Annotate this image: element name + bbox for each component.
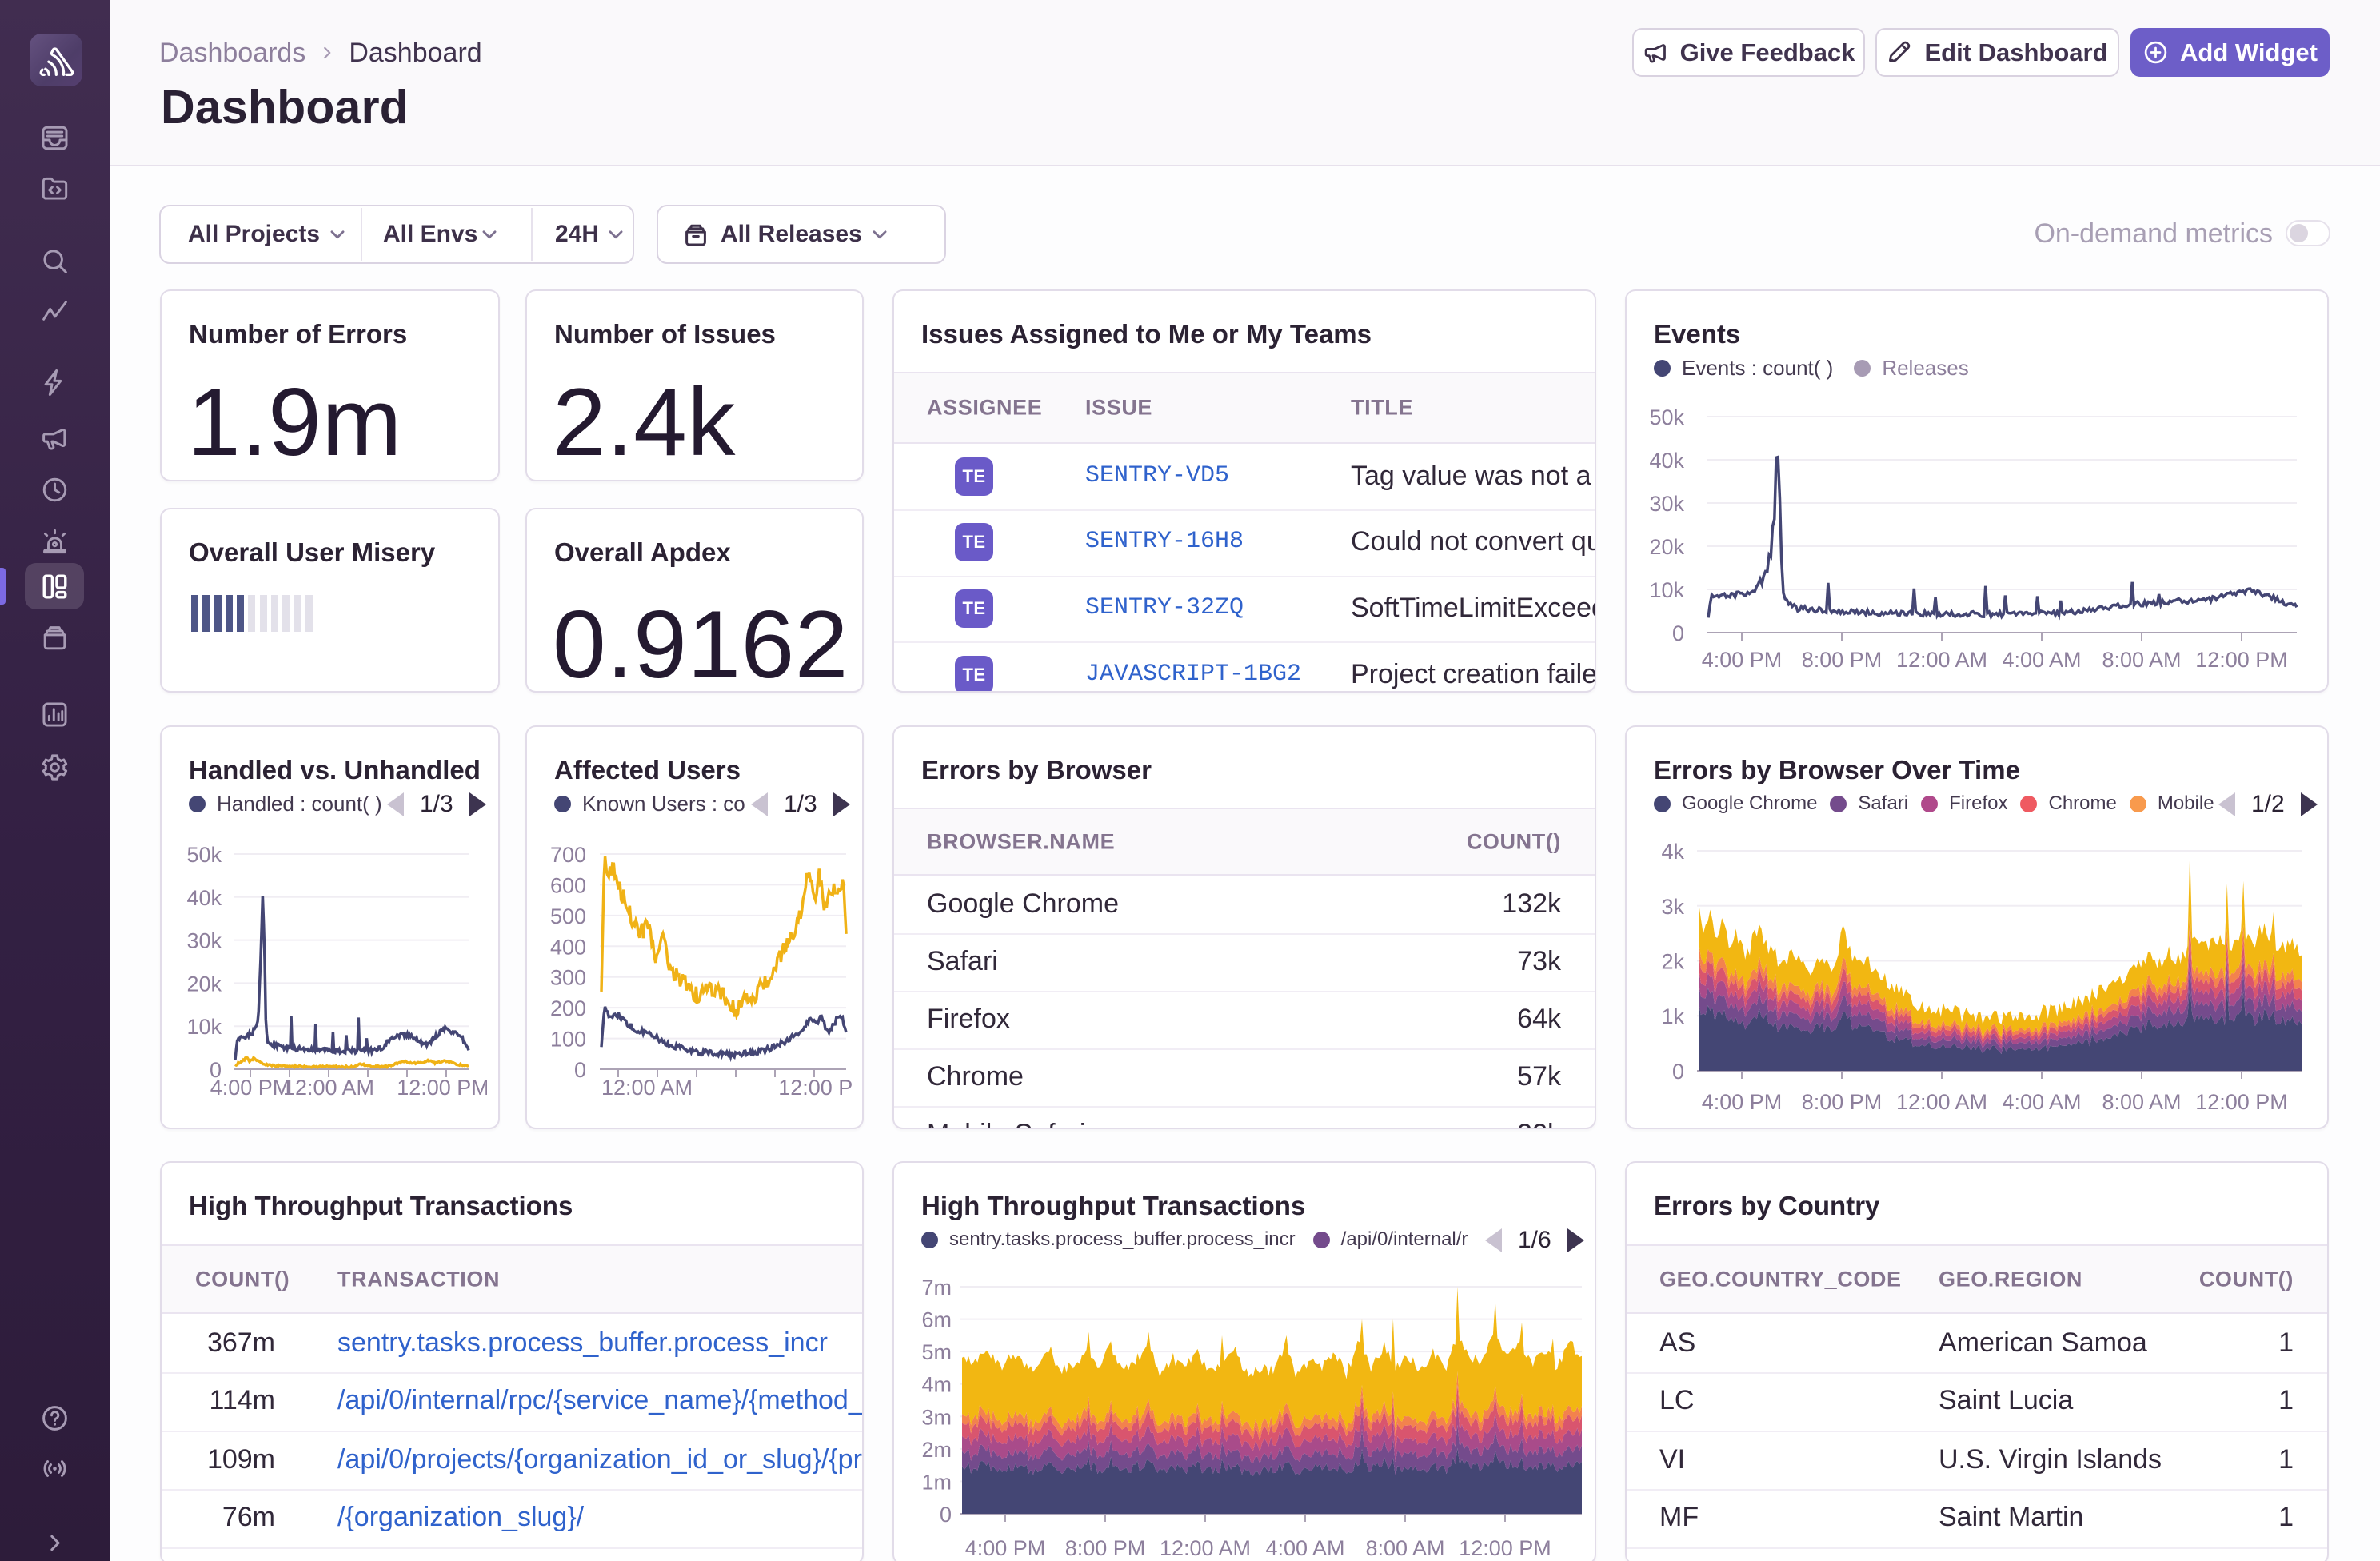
svg-text:4:00 PM: 4:00 PM <box>1702 648 1783 672</box>
svg-text:20k: 20k <box>186 972 222 996</box>
svg-text:1m: 1m <box>921 1470 952 1494</box>
svg-text:300: 300 <box>550 966 586 990</box>
svg-text:7m: 7m <box>921 1276 952 1300</box>
svg-text:5m: 5m <box>921 1340 952 1364</box>
svg-text:200: 200 <box>550 996 586 1020</box>
svg-text:600: 600 <box>550 873 586 897</box>
svg-text:50k: 50k <box>186 843 222 867</box>
svg-text:3m: 3m <box>921 1405 952 1429</box>
svg-text:12:00 PM: 12:00 PM <box>1459 1536 1551 1560</box>
svg-text:12:00 PM: 12:00 PM <box>778 1076 864 1100</box>
svg-text:0: 0 <box>574 1058 586 1082</box>
svg-text:4m: 4m <box>921 1373 952 1397</box>
svg-text:8:00 AM: 8:00 AM <box>1365 1536 1444 1560</box>
svg-text:12:00 PM: 12:00 PM <box>2195 1090 2288 1114</box>
svg-text:100: 100 <box>550 1028 586 1052</box>
svg-text:12:00 AM: 12:00 AM <box>283 1076 374 1100</box>
svg-text:8:00 AM: 8:00 AM <box>2102 648 2181 672</box>
svg-text:0: 0 <box>940 1503 952 1527</box>
svg-text:0: 0 <box>1672 621 1684 645</box>
svg-text:4:00 PM: 4:00 PM <box>210 1076 291 1100</box>
svg-text:8:00 PM: 8:00 PM <box>1065 1536 1146 1560</box>
svg-text:400: 400 <box>550 935 586 959</box>
svg-text:2m: 2m <box>921 1438 952 1462</box>
svg-text:12:00 AM: 12:00 AM <box>1160 1536 1251 1560</box>
svg-text:12:00 PM: 12:00 PM <box>2195 648 2288 672</box>
svg-text:30k: 30k <box>186 929 222 953</box>
svg-text:6m: 6m <box>921 1308 952 1332</box>
svg-text:20k: 20k <box>1649 535 1684 559</box>
svg-text:12:00 AM: 12:00 AM <box>1896 1090 1987 1114</box>
svg-text:10k: 10k <box>186 1015 222 1039</box>
svg-text:4:00 AM: 4:00 AM <box>1265 1536 1344 1560</box>
svg-text:700: 700 <box>550 843 586 867</box>
svg-text:4:00 PM: 4:00 PM <box>965 1536 1046 1560</box>
svg-text:12:00 AM: 12:00 AM <box>601 1076 693 1100</box>
svg-text:4:00 PM: 4:00 PM <box>1702 1090 1783 1114</box>
svg-text:10k: 10k <box>1649 578 1684 602</box>
svg-text:4:00 AM: 4:00 AM <box>2002 1090 2081 1114</box>
svg-text:3k: 3k <box>1661 895 1684 919</box>
svg-text:30k: 30k <box>1649 492 1684 516</box>
svg-text:8:00 PM: 8:00 PM <box>1802 1090 1883 1114</box>
svg-text:4:00 AM: 4:00 AM <box>2002 648 2081 672</box>
svg-text:0: 0 <box>1672 1060 1684 1084</box>
svg-text:50k: 50k <box>1649 405 1684 429</box>
svg-text:4k: 4k <box>1661 840 1684 864</box>
svg-text:2k: 2k <box>1661 950 1684 974</box>
svg-text:8:00 PM: 8:00 PM <box>1802 648 1883 672</box>
svg-text:1k: 1k <box>1661 1004 1684 1028</box>
svg-text:8:00 AM: 8:00 AM <box>2102 1090 2181 1114</box>
svg-text:500: 500 <box>550 904 586 928</box>
svg-text:40k: 40k <box>186 886 222 910</box>
svg-text:40k: 40k <box>1649 449 1684 473</box>
svg-text:12:00 AM: 12:00 AM <box>1896 648 1987 672</box>
svg-text:12:00 PM: 12:00 PM <box>397 1076 489 1100</box>
